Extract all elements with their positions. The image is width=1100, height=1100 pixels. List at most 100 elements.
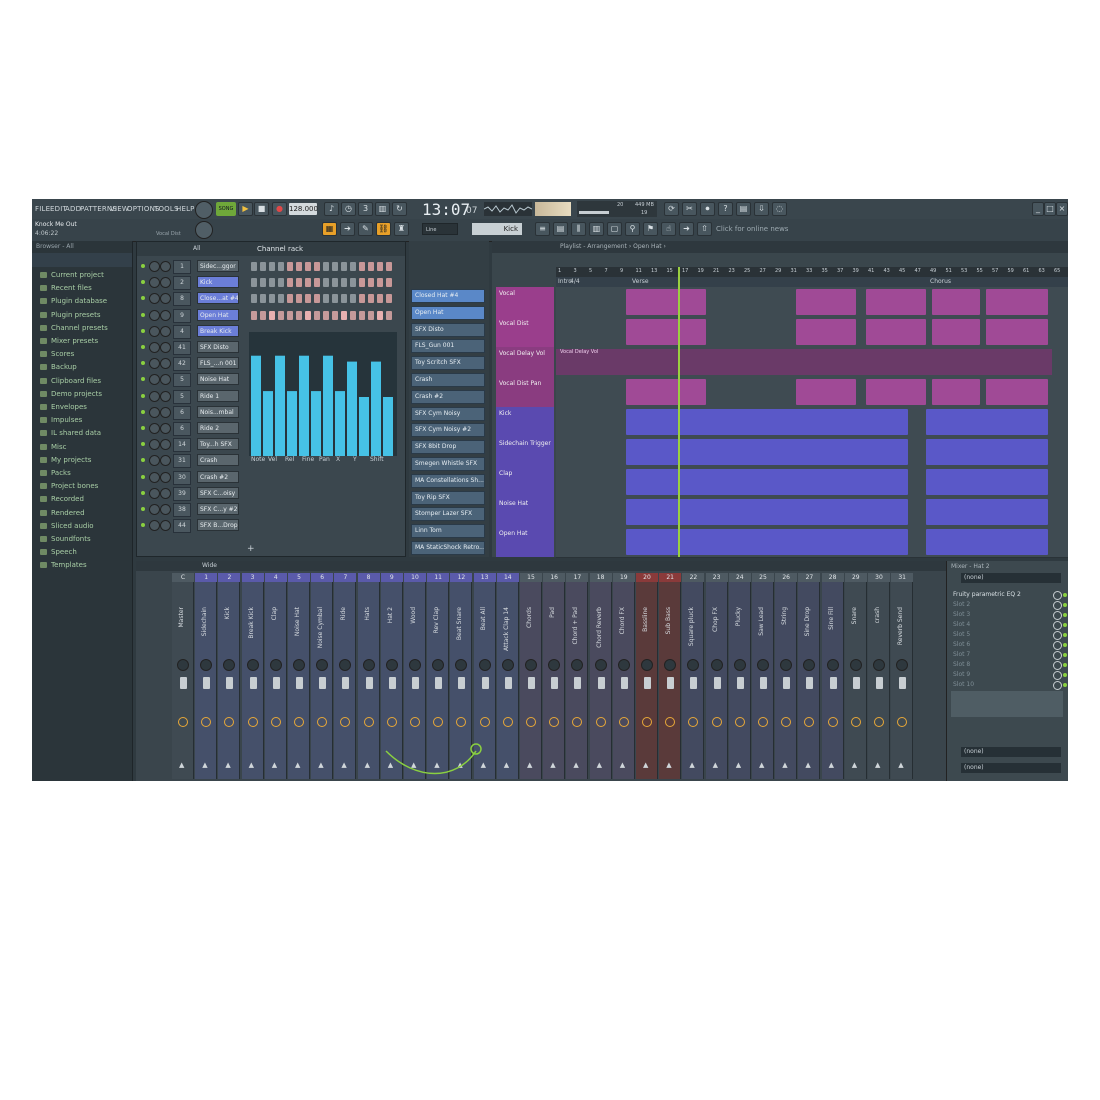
velocity-bar[interactable] [287, 391, 297, 456]
mixer-send-knob[interactable] [224, 717, 235, 727]
pattern-clip[interactable] [926, 409, 1048, 435]
pattern-item[interactable]: Crash #2 [411, 389, 485, 404]
step-button[interactable] [332, 310, 338, 320]
step-button[interactable] [368, 310, 374, 320]
insert-slot[interactable]: Slot 4 [953, 621, 1067, 630]
minimize-icon[interactable]: _ [1032, 202, 1044, 216]
mixer-strip[interactable]: 2 Kick ▲ [218, 573, 241, 779]
mixer-send-knob[interactable] [479, 717, 490, 727]
play-button[interactable]: ▶ [238, 202, 253, 216]
mixer-fader[interactable] [388, 677, 396, 689]
mixer-pan-knob[interactable] [733, 659, 746, 671]
mixer-route-arrow[interactable]: ▲ [643, 761, 648, 769]
channel-name[interactable]: Break Kick [197, 324, 239, 337]
mixer-fader[interactable] [272, 677, 280, 689]
mixer-route-arrow[interactable]: ▲ [829, 761, 834, 769]
mixer-pan-knob[interactable] [293, 659, 305, 671]
channel-pan-knob[interactable] [149, 471, 160, 483]
channel-vol-knob[interactable] [160, 293, 171, 305]
mixer-pan-knob[interactable] [826, 659, 839, 671]
channel-led[interactable] [141, 507, 145, 511]
mixer-send-knob[interactable] [317, 717, 328, 727]
pattern-item[interactable]: SFX Cym Noisy [411, 406, 485, 421]
mixer-fader[interactable] [620, 677, 628, 689]
mixer-fader[interactable] [551, 677, 559, 689]
slot-mix-knob[interactable] [1053, 631, 1062, 640]
step-button[interactable] [287, 262, 293, 271]
mixer-send-knob[interactable] [850, 717, 861, 727]
channel-number[interactable]: 30 [173, 470, 191, 485]
insert-input-select[interactable]: (none) [961, 573, 1061, 583]
mixer-fader[interactable] [226, 677, 234, 689]
pattern-select[interactable]: Kick [472, 223, 522, 235]
velocity-bar[interactable] [359, 397, 369, 456]
insert-slot[interactable]: Slot 9 [953, 671, 1067, 680]
mixer-fader[interactable] [319, 677, 327, 689]
graph-tab[interactable]: Note [251, 456, 265, 463]
mixer-route-arrow[interactable]: ▲ [689, 761, 694, 769]
velocity-bar[interactable] [251, 355, 261, 456]
channel-pan-knob[interactable] [149, 293, 160, 305]
step-button[interactable] [314, 278, 320, 288]
step-button[interactable] [377, 294, 383, 304]
pattern-clip[interactable] [626, 469, 908, 495]
channel-number[interactable]: 39 [173, 486, 191, 501]
pattern-item[interactable]: Open Hat [411, 305, 485, 320]
playlist-icon[interactable]: ≡ [535, 222, 550, 236]
mixer-pan-knob[interactable] [409, 659, 421, 671]
step-button[interactable] [323, 278, 329, 288]
channel-vol-knob[interactable] [160, 325, 171, 337]
mixer-route-arrow[interactable]: ▲ [713, 761, 718, 769]
mixer-strip[interactable]: 18 Chord Reverb ▲ [589, 573, 612, 779]
mixer-route-arrow[interactable]: ▲ [573, 761, 578, 769]
channel-name[interactable]: SFX C...y #2 [197, 503, 239, 515]
save-icon[interactable]: ▤ [736, 202, 751, 216]
mixer-route-arrow[interactable]: ▲ [225, 761, 230, 769]
step-button[interactable] [278, 278, 284, 288]
step-button[interactable] [296, 262, 302, 271]
step-button[interactable] [323, 262, 329, 271]
menu-help[interactable]: HELP [176, 205, 195, 213]
step-button[interactable] [368, 262, 374, 271]
mixer-pan-knob[interactable] [594, 659, 607, 671]
pattern-clip[interactable] [626, 499, 908, 525]
channel-pan-knob[interactable] [149, 277, 160, 289]
track-header[interactable]: Vocal [496, 287, 554, 317]
channel-led[interactable] [141, 296, 145, 301]
step-button[interactable] [260, 294, 266, 304]
mixer-route-arrow[interactable]: ▲ [365, 761, 370, 769]
step-button[interactable] [278, 310, 284, 320]
slot-enable-led[interactable] [1063, 633, 1067, 637]
playhead[interactable] [678, 267, 680, 557]
mixer-fader[interactable] [806, 677, 814, 689]
pattern-item[interactable]: Toy Scritch SFX [411, 356, 485, 371]
channel-vol-knob[interactable] [160, 277, 171, 289]
graph-tab[interactable]: Vel [268, 456, 277, 463]
step-button[interactable] [341, 310, 347, 320]
pattern-clip[interactable] [626, 409, 908, 435]
step-button[interactable] [386, 310, 392, 320]
mixer-pan-knob[interactable] [525, 659, 537, 671]
channel-led[interactable] [141, 523, 145, 528]
mixer-strip[interactable]: 29 Snare ▲ [844, 573, 867, 779]
step-button[interactable] [350, 294, 356, 304]
browser-item[interactable]: Clipboard files [40, 377, 101, 385]
eq-panel[interactable] [951, 691, 1063, 717]
mixer-fader[interactable] [249, 677, 257, 689]
slot-mix-knob[interactable] [1053, 671, 1062, 680]
track-header[interactable]: Vocal Dist [496, 317, 554, 347]
velocity-bar[interactable] [347, 361, 357, 456]
pattern-clip[interactable] [866, 379, 926, 405]
track-lane[interactable] [556, 287, 1068, 318]
velocity-bar[interactable] [371, 361, 381, 456]
touch-icon[interactable]: ☝ [661, 222, 676, 236]
graph-tab[interactable]: Fine [302, 456, 314, 463]
channel-led[interactable] [141, 377, 145, 382]
pattern-item[interactable]: Linn Tom [411, 524, 485, 539]
marker-chorus[interactable]: Chorus [930, 278, 951, 285]
channel-name[interactable]: Open Hat [197, 308, 239, 321]
step-button[interactable] [260, 310, 266, 320]
channel-filter[interactable]: All [193, 245, 200, 252]
step-button[interactable] [287, 310, 293, 320]
velocity-bar[interactable] [383, 397, 393, 456]
